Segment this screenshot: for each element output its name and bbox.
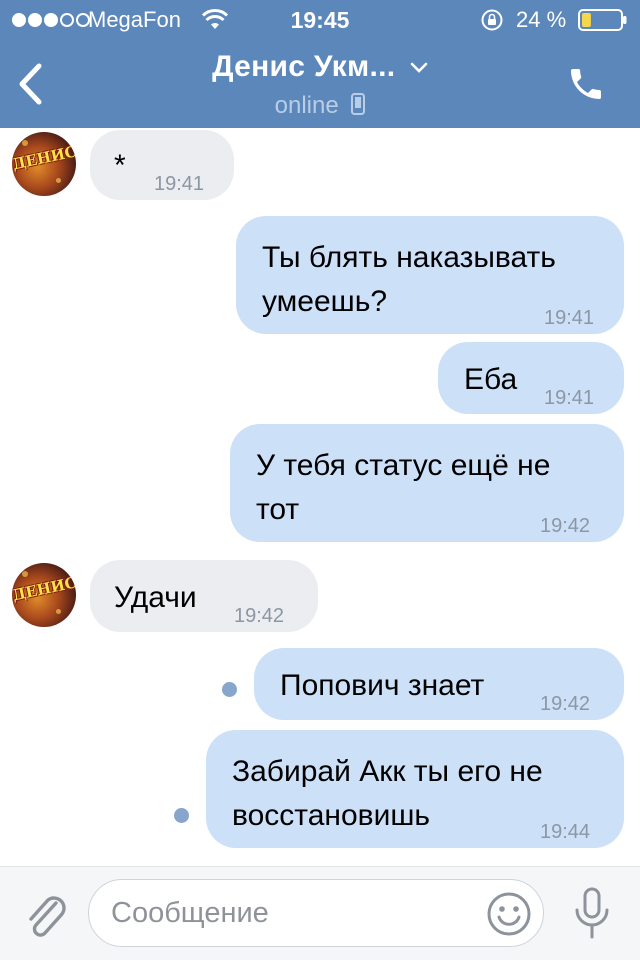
message-bubble-incoming[interactable]: * 19:41	[90, 130, 234, 200]
message-bubble-outgoing[interactable]: Ты блять наказывать умеешь? 19:41	[236, 216, 624, 334]
emoji-button[interactable]	[485, 890, 533, 938]
avatar[interactable]: ДЕНИС	[12, 563, 76, 627]
message-bubble-incoming[interactable]: Удачи 19:42	[90, 560, 318, 632]
chat-title: Денис Укм...	[212, 50, 396, 83]
battery-percent: 24 %	[516, 7, 567, 32]
chevron-down-icon	[410, 62, 428, 73]
status-bar: MegaFon 19:45 24 %	[0, 0, 640, 40]
online-status: online	[0, 92, 640, 120]
message-time: 19:42	[540, 693, 591, 715]
unread-indicator	[222, 682, 237, 697]
message-text-line: умеешь?	[262, 285, 388, 318]
message-bubble-outgoing[interactable]: У тебя статус ещё не тот 19:42	[230, 424, 624, 542]
message-text: Попович знает	[280, 669, 485, 702]
message-time: 19:41	[544, 307, 595, 329]
voice-message-button[interactable]	[570, 885, 614, 943]
avatar[interactable]: ДЕНИС	[12, 132, 76, 196]
message-text: Еба	[464, 363, 518, 396]
message-input[interactable]	[111, 891, 471, 935]
battery-icon	[578, 9, 627, 31]
message-text-line: тот	[256, 493, 300, 526]
message-time: 19:42	[234, 605, 285, 627]
message-time: 19:44	[540, 821, 591, 843]
emoji-icon	[487, 892, 531, 936]
message-time: 19:42	[540, 515, 591, 537]
call-button[interactable]	[560, 58, 612, 110]
chat-title-button[interactable]: Денис Укм...	[160, 50, 480, 84]
paperclip-icon	[29, 896, 66, 937]
message-time: 19:41	[544, 387, 595, 409]
message-bubble-outgoing[interactable]: Попович знает 19:42	[254, 648, 624, 720]
message-text: Удачи	[114, 581, 197, 614]
online-status-text: online	[274, 92, 339, 119]
message-text-line: Забирай Акк ты его не	[232, 755, 543, 788]
message-text-line: У тебя статус ещё не	[256, 449, 551, 482]
call-icon	[571, 69, 601, 99]
orientation-lock-icon	[481, 9, 503, 31]
avatar-logo-text: ДЕНИС	[12, 142, 76, 174]
message-text-line: Ты блять наказывать	[262, 241, 556, 274]
composer-bar	[0, 866, 640, 960]
message-bubble-outgoing[interactable]: Еба 19:41	[438, 342, 624, 414]
chat-header: MegaFon 19:45 24 % Денис Укм... online	[0, 0, 640, 128]
message-bubble-outgoing[interactable]: Забирай Акк ты его не восстановишь 19:44	[206, 730, 624, 848]
unread-indicator	[174, 808, 189, 823]
attach-button[interactable]	[22, 889, 70, 941]
avatar-logo-text: ДЕНИС	[12, 573, 76, 605]
microphone-icon	[575, 887, 609, 939]
message-time: 19:41	[154, 173, 205, 195]
mobile-phone-icon	[351, 93, 366, 116]
message-text: *	[114, 149, 126, 182]
message-text-line: восстановишь	[232, 799, 431, 832]
message-field	[88, 879, 544, 947]
